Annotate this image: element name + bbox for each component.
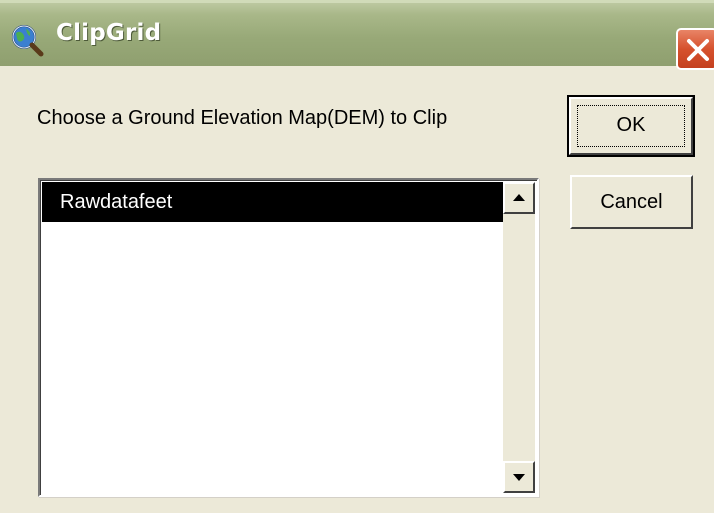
window-title: ClipGrid bbox=[56, 20, 162, 46]
scroll-up-arrow-icon bbox=[513, 194, 525, 201]
title-bar[interactable]: ClipGrid bbox=[0, 0, 714, 70]
dem-listbox[interactable]: Rawdatafeet bbox=[38, 178, 539, 497]
close-icon bbox=[687, 39, 709, 61]
ok-button[interactable]: OK bbox=[567, 95, 695, 157]
scroll-down-button[interactable] bbox=[503, 461, 535, 493]
close-button[interactable] bbox=[676, 28, 714, 70]
globe-magnifier-icon bbox=[10, 23, 44, 57]
cancel-button[interactable]: Cancel bbox=[570, 175, 693, 229]
list-item[interactable]: Rawdatafeet bbox=[42, 182, 505, 222]
list-items: Rawdatafeet bbox=[42, 182, 505, 493]
scroll-down-arrow-icon bbox=[513, 474, 525, 481]
vertical-scrollbar[interactable] bbox=[503, 182, 535, 493]
scroll-up-button[interactable] bbox=[503, 182, 535, 214]
ok-button-label: OK bbox=[577, 105, 685, 147]
clipgrid-dialog: ClipGrid Choose a Ground Elevation Map(D… bbox=[0, 0, 714, 513]
prompt-label: Choose a Ground Elevation Map(DEM) to Cl… bbox=[37, 107, 448, 129]
